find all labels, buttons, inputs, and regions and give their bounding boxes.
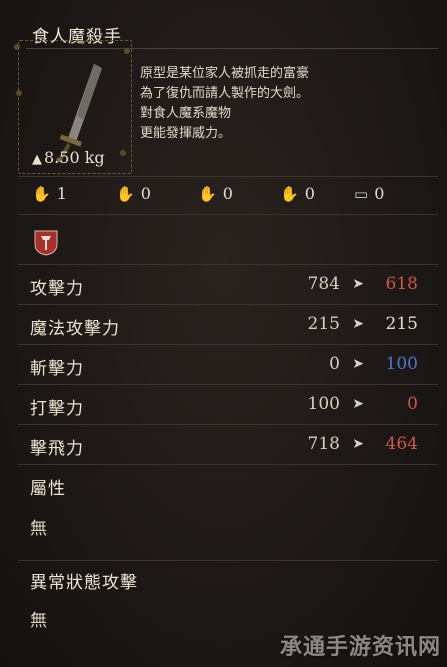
stat-current-value: 215 <box>307 314 340 334</box>
description-line: 更能發揮威力。 <box>140 126 232 141</box>
thunder-hand-icon: ✋ <box>198 184 217 203</box>
element-ice: ✋ 0 <box>116 184 151 203</box>
stat-new-value: 618 <box>385 274 418 294</box>
element-value: 0 <box>304 184 315 203</box>
attribute-value: 無 <box>30 519 47 539</box>
vine-ornament <box>14 44 20 50</box>
arrow-icon: ➤ <box>352 316 364 332</box>
arrow-icon: ➤ <box>352 436 364 452</box>
holy-hand-icon: ✋ <box>280 184 299 203</box>
stat-label: 擊飛力 <box>30 439 84 459</box>
stat-row-magic-attack: 魔法攻擊力 215 ➤ 215 <box>30 310 422 340</box>
weight-icon: ▲ <box>32 152 42 167</box>
element-dark: ▭ 0 <box>354 184 384 203</box>
element-value: 0 <box>222 184 233 203</box>
element-resistance-row: ✋ 1 ✋ 0 ✋ 0 ✋ 0 ▭ 0 <box>32 184 432 206</box>
weight-display: ▲ 8.50 kg <box>32 148 105 167</box>
element-value: 1 <box>56 184 67 203</box>
description-line: 對食人魔系魔物 <box>140 106 232 121</box>
vine-ornament <box>16 90 22 96</box>
greatsword-icon <box>56 64 102 162</box>
stat-label: 攻擊力 <box>30 279 84 299</box>
stat-current-value: 784 <box>307 274 340 294</box>
stat-new-value: 100 <box>385 354 418 374</box>
item-detail-panel: 食人魔殺手 ▲ 8.50 kg 原型是某位家人被抓走的富豪 為了復仇而請人製作的大… <box>0 0 447 667</box>
stat-row-knockback: 擊飛力 718 ➤ 464 <box>30 430 422 460</box>
divider <box>18 176 438 177</box>
element-value: 0 <box>374 184 385 203</box>
stat-label: 魔法攻擊力 <box>30 319 120 339</box>
divider <box>18 264 438 265</box>
stat-current-value: 0 <box>329 354 340 374</box>
divider <box>18 304 438 305</box>
item-description: 原型是某位家人被抓走的富豪 為了復仇而請人製作的大劍。 對食人魔系魔物 更能發揮… <box>140 64 309 144</box>
divider <box>18 384 438 385</box>
ice-hand-icon: ✋ <box>116 184 135 203</box>
stat-new-value: 464 <box>385 434 418 454</box>
abnormal-status-value: 無 <box>30 611 47 631</box>
divider <box>18 344 438 345</box>
weapon-type-shield-icon <box>34 230 58 256</box>
vine-ornament <box>124 48 130 54</box>
element-fire: ✋ 1 <box>32 184 67 203</box>
arrow-icon: ➤ <box>352 276 364 292</box>
stat-new-value: 215 <box>385 314 418 334</box>
site-watermark: 承通手游资讯网 <box>279 635 441 660</box>
weight-value: 8.50 kg <box>44 148 105 167</box>
stat-label: 打擊力 <box>30 399 84 419</box>
divider <box>18 424 438 425</box>
stat-row-slash: 斬擊力 0 ➤ 100 <box>30 350 422 380</box>
stat-row-strike: 打擊力 100 ➤ 0 <box>30 390 422 420</box>
abnormal-status-label: 異常狀態攻擊 <box>30 573 138 593</box>
stat-current-value: 718 <box>307 434 340 454</box>
divider <box>18 560 438 561</box>
element-thunder: ✋ 0 <box>198 184 233 203</box>
fire-hand-icon: ✋ <box>32 184 51 203</box>
vine-ornament <box>120 150 126 156</box>
arrow-icon: ➤ <box>352 396 364 412</box>
element-value: 0 <box>140 184 151 203</box>
stat-new-value: 0 <box>407 394 418 414</box>
divider <box>18 464 438 465</box>
description-line: 為了復仇而請人製作的大劍。 <box>140 86 310 101</box>
element-holy: ✋ 0 <box>280 184 315 203</box>
stat-current-value: 100 <box>307 394 340 414</box>
attribute-label: 屬性 <box>30 479 66 499</box>
dark-chest-icon: ▭ <box>354 184 369 203</box>
divider <box>18 214 438 215</box>
stat-row-attack: 攻擊力 784 ➤ 618 <box>30 270 422 300</box>
description-line: 原型是某位家人被抓走的富豪 <box>140 66 310 81</box>
arrow-icon: ➤ <box>352 356 364 372</box>
stat-label: 斬擊力 <box>30 359 84 379</box>
